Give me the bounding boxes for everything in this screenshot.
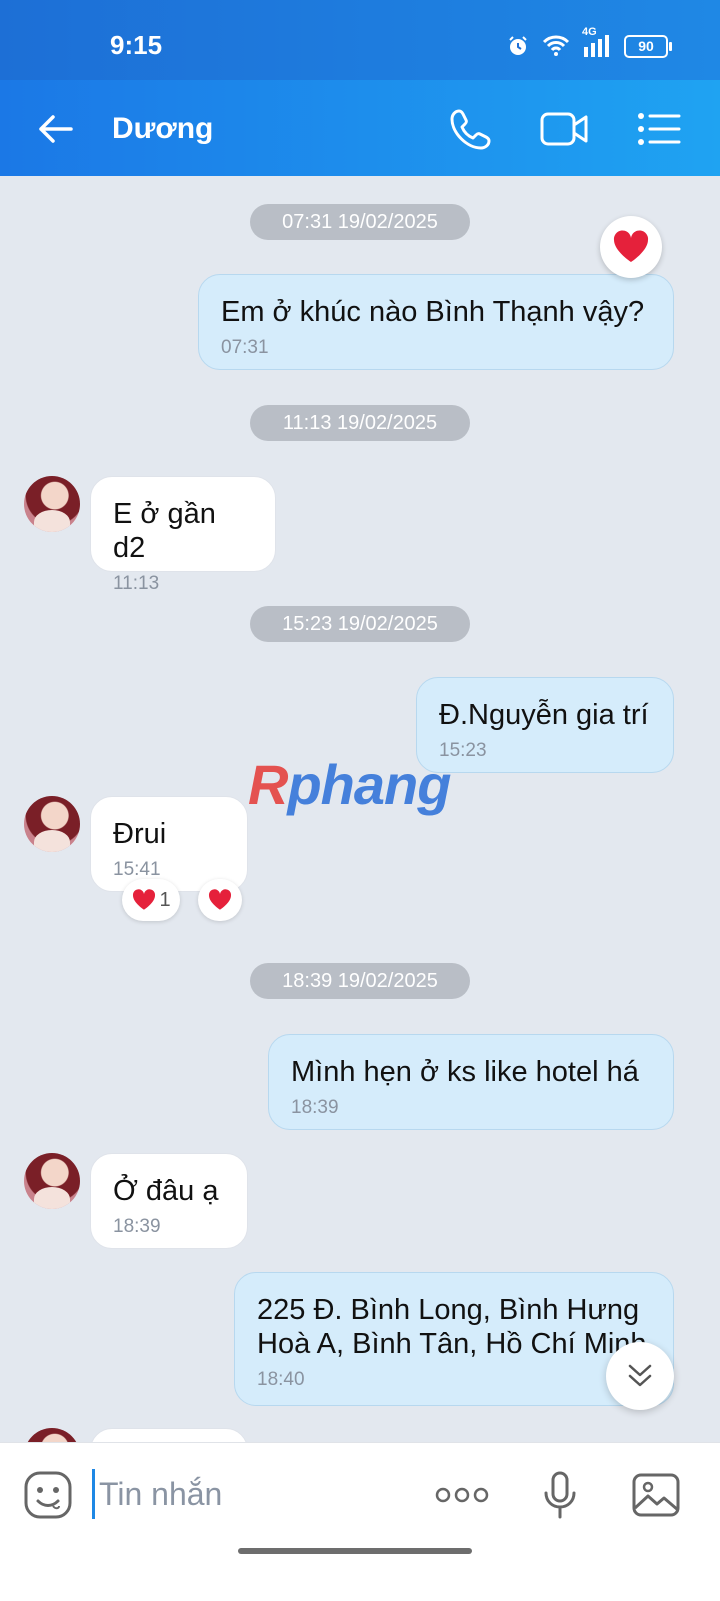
microphone-icon (544, 1471, 576, 1519)
image-icon (632, 1473, 680, 1517)
avatar[interactable] (24, 796, 80, 852)
message-bubble-incoming[interactable]: E ở gần d2 11:13 (90, 476, 276, 594)
watermark-part: R (248, 753, 288, 816)
message-time: 11:13 (113, 573, 160, 594)
reaction-summary[interactable]: 1 (122, 879, 180, 921)
home-indicator[interactable] (238, 1548, 472, 1554)
date-separator: 07:31 19/02/2025 (250, 204, 470, 240)
gallery-button[interactable] (628, 1467, 684, 1523)
video-camera-icon (540, 112, 588, 146)
message-text: Mình hẹn ở ks like hotel há (291, 1056, 639, 1088)
double-chevron-down-icon (628, 1364, 652, 1387)
message-text-line: Hoà A, Bình Tân, Hồ Chí Minh (257, 1328, 647, 1360)
message-time: 15:41 (113, 859, 161, 880)
message-composer: Tin nhắn (0, 1442, 720, 1601)
message-bubble-outgoing[interactable]: Em ở khúc nào Bình Thạnh vậy? 07:31 (198, 274, 674, 370)
message-text-line: 225 Đ. Bình Long, Bình Hưng (257, 1294, 640, 1326)
status-bar: 9:15 4G 90 (0, 0, 720, 80)
reaction-count: 1 (159, 888, 171, 911)
message-bubble-outgoing[interactable]: Đ.Nguyễn gia trí 15:23 (416, 677, 674, 773)
message-text: E ở gần d2 (113, 498, 216, 564)
alarm-icon (506, 34, 530, 58)
wifi-icon (542, 35, 570, 57)
chat-options-button[interactable] (632, 102, 686, 156)
avatar[interactable] (24, 1153, 80, 1209)
battery-indicator: 90 (624, 34, 672, 58)
smiley-icon (24, 1471, 72, 1519)
message-bubble-incoming[interactable]: Ở đâu ạ 18:39 (90, 1153, 248, 1249)
phone-icon (450, 109, 491, 150)
scroll-to-bottom-button[interactable] (606, 1342, 674, 1410)
date-separator: 11:13 19/02/2025 (250, 405, 470, 441)
network-type: 4G (582, 26, 597, 38)
list-menu-icon (638, 113, 681, 145)
heart-icon (613, 230, 649, 262)
message-bubble-outgoing[interactable]: Mình hẹn ở ks like hotel há 18:39 (268, 1034, 674, 1130)
watermark-part: phang (287, 753, 451, 816)
message-time: 18:39 (291, 1097, 339, 1118)
message-time: 18:40 (257, 1369, 305, 1390)
message-bubble-incoming[interactable]: Đrui 15:41 (90, 796, 248, 892)
date-separator: 15:23 19/02/2025 (250, 606, 470, 642)
date-separator: 18:39 19/02/2025 (250, 963, 470, 999)
message-text: Em ở khúc nào Bình Thạnh vậy? (221, 296, 645, 328)
sticker-button[interactable] (20, 1467, 76, 1523)
chat-messages[interactable]: 07:31 19/02/2025 Em ở khúc nào Bình Thạn… (0, 176, 720, 1470)
more-options-button[interactable] (434, 1467, 490, 1523)
voice-message-button[interactable] (532, 1467, 588, 1523)
arrow-left-icon (39, 115, 73, 143)
message-text: Đ.Nguyễn gia trí (439, 699, 649, 731)
message-input[interactable]: Tin nhắn (92, 1469, 392, 1519)
heart-icon (208, 889, 232, 910)
message-time: 15:23 (439, 740, 487, 761)
chat-header: Dương (0, 80, 720, 176)
heart-reaction-badge[interactable] (600, 216, 662, 278)
video-call-button[interactable] (538, 102, 592, 156)
more-dots-icon (435, 1487, 489, 1503)
voice-call-button[interactable] (444, 102, 498, 156)
heart-icon (133, 889, 156, 910)
contact-name[interactable]: Dương (112, 112, 213, 146)
status-time: 9:15 (110, 30, 163, 60)
avatar[interactable] (24, 476, 80, 532)
signal-icon: 4G (582, 26, 612, 57)
message-time: 18:39 (113, 1216, 161, 1237)
message-text: Ở đâu ạ (113, 1175, 219, 1207)
status-icons: 4G 90 (506, 26, 672, 58)
message-text: Đrui (113, 818, 167, 850)
back-button[interactable] (30, 104, 80, 154)
message-time: 07:31 (221, 337, 269, 358)
watermark-logo: Rphang (248, 752, 451, 817)
add-reaction-button[interactable] (198, 879, 242, 921)
